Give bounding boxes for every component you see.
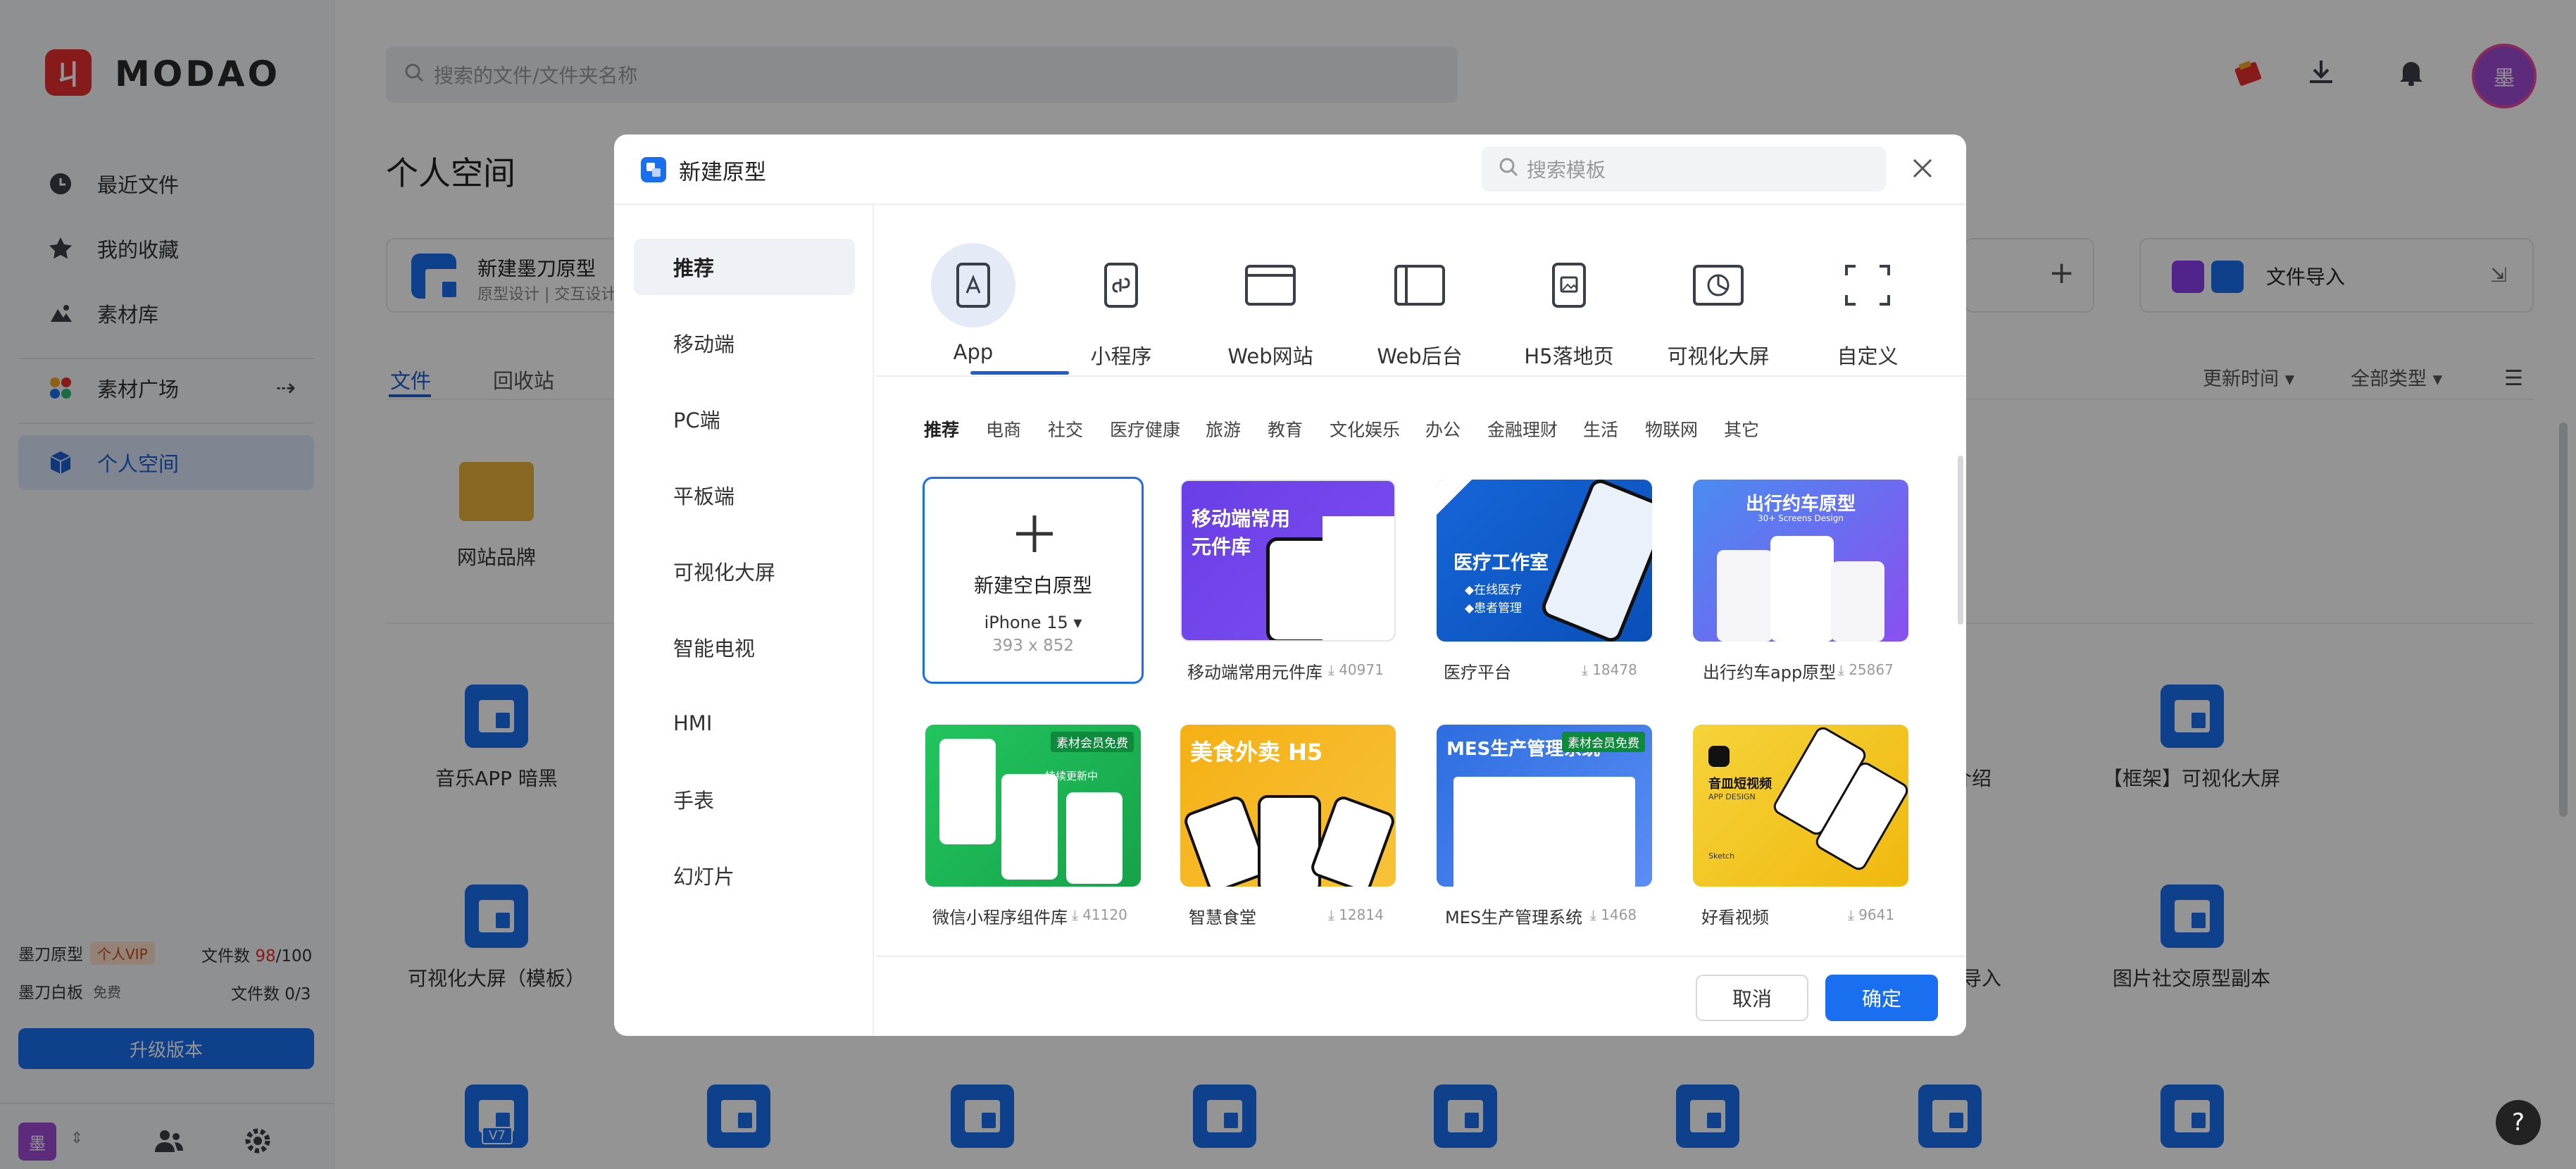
phone-mockup: [1770, 536, 1834, 642]
template-downloads: ⤓ 41120: [1072, 906, 1127, 923]
type-custom[interactable]: 自定义: [1797, 243, 1938, 377]
app-logo-icon: [1708, 746, 1730, 767]
subtab-finance[interactable]: 金融理财: [1487, 416, 1558, 442]
category-watch[interactable]: 手表: [634, 771, 855, 827]
modal-title: 新建原型: [679, 160, 766, 185]
help-button[interactable]: ?: [2496, 1100, 2541, 1145]
subtab-education[interactable]: 教育: [1268, 416, 1303, 442]
blank-prototype-card[interactable]: 新建空白原型 iPhone 15 ▾ 393 x 852: [923, 477, 1144, 684]
phone-mockup: [1539, 480, 1652, 642]
close-icon[interactable]: [1910, 156, 1935, 184]
template-downloads: ⤓ 9641: [1848, 906, 1895, 923]
category-list: 推荐 移动端 PC端 平板端 可视化大屏 智能电视 HMI 手表 幻灯片: [614, 205, 874, 1036]
subtab-recommend[interactable]: 推荐: [924, 416, 959, 442]
category-pc[interactable]: PC端: [634, 391, 855, 447]
h5-icon: [1527, 243, 1611, 327]
custom-size-icon: [1825, 243, 1910, 327]
prototype-icon: [641, 157, 666, 182]
cancel-button[interactable]: 取消: [1696, 975, 1808, 1021]
category-tablet[interactable]: 平板端: [634, 467, 855, 523]
footer-divider: [875, 956, 1966, 957]
device-select[interactable]: iPhone 15 ▾: [925, 613, 1142, 632]
website-icon: [1228, 243, 1313, 327]
template-name: 智慧食堂: [1189, 908, 1256, 927]
type-website[interactable]: Web网站: [1200, 243, 1341, 377]
modal-header: 新建原型 搜索模板: [614, 135, 1966, 205]
template-thumbnail[interactable]: MES生产管理系统 素材会员免费: [1437, 725, 1652, 887]
type-miniprogram[interactable]: 小程序: [1051, 243, 1192, 377]
type-app[interactable]: App: [903, 243, 1044, 377]
subtab-iot[interactable]: 物联网: [1645, 416, 1698, 442]
search-icon: [1499, 157, 1518, 182]
template-thumbnail[interactable]: 出行约车原型 30+ Screens Design: [1693, 480, 1908, 642]
web-admin-icon: [1377, 243, 1462, 327]
template-thumbnail[interactable]: 移动端常用元件库: [1180, 480, 1396, 642]
category-hmi[interactable]: HMI: [634, 695, 855, 751]
template-downloads: ⤓ 40971: [1328, 661, 1384, 678]
template-name: 微信小程序组件库: [932, 908, 1068, 927]
template-downloads: ⤓ 25867: [1838, 661, 1894, 678]
template-name: 出行约车app原型: [1703, 663, 1837, 682]
category-slides[interactable]: 幻灯片: [634, 847, 855, 904]
dashboard-icon: [1676, 243, 1761, 327]
template-downloads: ⤓ 18478: [1582, 661, 1637, 678]
member-free-badge: 素材会员免费: [1051, 732, 1134, 752]
category-tv[interactable]: 智能电视: [634, 619, 855, 675]
dashboard-mockup: [1453, 777, 1635, 887]
app-icon: [931, 243, 1015, 327]
panel-mockup: [1323, 516, 1394, 640]
subtab-other[interactable]: 其它: [1724, 416, 1759, 442]
miniprogram-icon: [1079, 243, 1163, 327]
subtab-social[interactable]: 社交: [1048, 416, 1083, 442]
phone-mockup: [1308, 794, 1396, 887]
type-h5-landing[interactable]: H5落地页: [1499, 243, 1639, 377]
confirm-button[interactable]: 确定: [1825, 975, 1938, 1021]
category-recommend[interactable]: 推荐: [634, 239, 855, 295]
category-dashboard[interactable]: 可视化大屏: [634, 543, 855, 599]
template-search-input[interactable]: 搜索模板: [1482, 146, 1886, 192]
template-name: 移动端常用元件库: [1187, 663, 1323, 682]
type-divider: [875, 375, 1966, 377]
device-size: 393 x 852: [992, 637, 1075, 655]
phone-mockup: [1001, 774, 1058, 880]
member-free-badge: 素材会员免费: [1562, 732, 1645, 752]
template-name: 好看视频: [1701, 908, 1769, 927]
blank-title: 新建空白原型: [973, 574, 1092, 597]
category-mobile[interactable]: 移动端: [634, 315, 855, 371]
template-downloads: ⤓ 1468: [1590, 906, 1637, 923]
type-dashboard[interactable]: 可视化大屏: [1648, 243, 1789, 377]
template-thumbnail[interactable]: 素材会员免费 持续更新中: [925, 725, 1141, 887]
template-thumbnail[interactable]: 美食外卖 H5: [1180, 725, 1396, 887]
template-downloads: ⤓ 12814: [1328, 906, 1384, 923]
phone-mockup: [939, 739, 996, 844]
template-thumbnail[interactable]: 音皿短视频 APP DESIGN Sketch: [1693, 725, 1908, 887]
subtab-life[interactable]: 生活: [1583, 416, 1618, 442]
phone-mockup: [1258, 795, 1321, 887]
template-name: MES生产管理系统: [1445, 908, 1583, 927]
plus-icon: [1013, 513, 1056, 558]
phone-mockup: [1182, 794, 1270, 887]
subtab-travel[interactable]: 旅游: [1206, 416, 1241, 442]
type-web-admin[interactable]: Web后台: [1349, 243, 1490, 377]
subtab-office[interactable]: 办公: [1425, 416, 1461, 442]
template-name: 医疗平台: [1444, 663, 1511, 682]
template-scrollbar[interactable]: [1958, 456, 1963, 625]
subtab-ecommerce[interactable]: 电商: [986, 416, 1021, 442]
subtab-health[interactable]: 医疗健康: [1110, 416, 1180, 442]
new-prototype-modal: 新建原型 搜索模板 推荐 移动端 PC端 平板端 可视化大屏 智能电视 HMI …: [614, 135, 1966, 1036]
subtab-entertainment[interactable]: 文化娱乐: [1330, 416, 1400, 442]
phone-mockup: [1066, 792, 1123, 884]
template-thumbnail[interactable]: 医疗工作室 ◆在线医疗 ◆患者管理: [1437, 480, 1652, 642]
